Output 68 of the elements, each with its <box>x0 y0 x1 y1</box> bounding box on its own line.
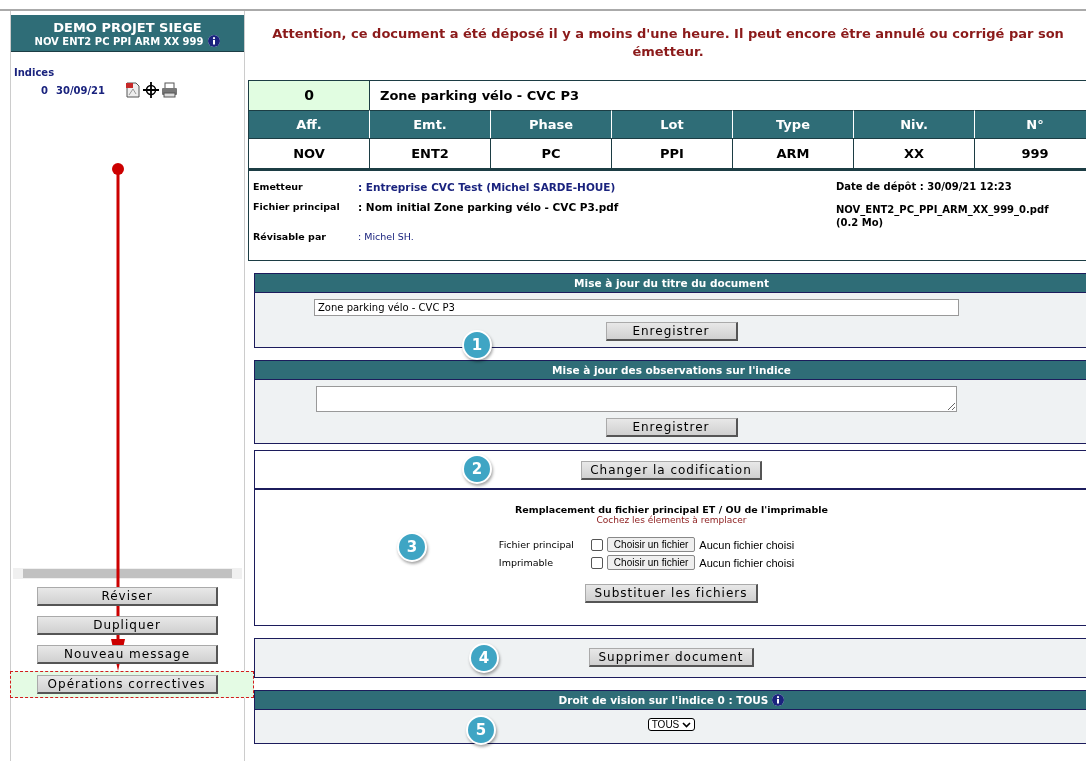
index-number[interactable]: 0 <box>41 84 48 96</box>
table-cell: PC <box>491 138 612 169</box>
deposit-date: Date de dépôt : 30/09/21 12:23 <box>836 181 1013 193</box>
file-status: Aucun fichier choisi <box>699 538 795 551</box>
indices-label: Indices <box>14 67 56 78</box>
column-header: Lot <box>612 110 733 139</box>
file-status: Aucun fichier choisi <box>699 556 795 569</box>
sender-link[interactable]: : Entreprise CVC Test (Michel SARDE-HOUE) <box>358 181 619 194</box>
title-input[interactable]: Zone parking vélo - CVC P3 <box>314 299 959 317</box>
info-value: : Michel SH. <box>358 231 415 243</box>
file-label: Imprimable <box>498 557 555 569</box>
column-header: Niv. <box>854 110 975 139</box>
info-label: Emetteur <box>253 181 304 193</box>
checkbox[interactable] <box>590 556 603 569</box>
table-cell: 999 <box>975 138 1086 169</box>
printer-icon[interactable] <box>161 82 179 98</box>
choose-file-button[interactable]: Choisir un fichier <box>606 537 696 553</box>
step-number-badge: 3 <box>397 532 427 563</box>
section-header: Mise à jour des observations sur l'indice <box>255 361 1086 381</box>
step-number-badge: 4 <box>469 643 499 674</box>
column-header: Aff. <box>249 110 370 139</box>
change-codification-button[interactable]: Changer la codification <box>581 461 762 481</box>
action-button[interactable]: Réviser <box>37 587 218 606</box>
column-header: Emt. <box>370 110 491 139</box>
delete-document-button[interactable]: Supprimer document <box>589 648 754 668</box>
document-title: Zone parking vélo - CVC P3 <box>379 87 580 106</box>
info-icon[interactable] <box>208 35 221 47</box>
visibility-select[interactable]: TOUS <box>647 718 696 732</box>
step-number-badge: 5 <box>466 715 496 746</box>
file-size: (0.2 Mo) <box>836 217 885 229</box>
horizontal-scrollbar[interactable] <box>13 568 242 579</box>
choose-file-button[interactable]: Choisir un fichier <box>606 555 696 571</box>
caret-icon <box>682 721 692 728</box>
step-number-badge: 2 <box>462 454 492 485</box>
pdf-document-icon[interactable] <box>125 82 142 98</box>
warning-message: Attention, ce document a été déposé il y a moins d'une heure. Il peut encore être annulé ou corrigé par son émetteur. <box>271 25 1065 61</box>
info-icon[interactable] <box>772 694 785 707</box>
table-cell: ARM <box>733 138 854 169</box>
info-value: : Nom initial Zone parking vélo - CVC P3.pdf <box>358 201 619 216</box>
observations-field[interactable] <box>316 386 957 413</box>
step-number-badge: 1 <box>462 330 492 361</box>
table-cell: XX <box>854 138 975 169</box>
column-header: Phase <box>491 110 612 139</box>
file-name[interactable]: NOV_ENT2_PC_PPI_ARM_XX_999_0.pdf <box>836 204 1084 216</box>
index-cell: 0 <box>249 81 370 111</box>
action-button[interactable]: Dupliquer <box>37 616 218 635</box>
table-cell: NOV <box>249 138 370 169</box>
crosshair-icon[interactable] <box>143 82 160 98</box>
table-cell: ENT2 <box>370 138 491 169</box>
replace-files-title: Remplacement du fichier principal ET / OU de l'imprimable <box>515 504 828 516</box>
checkbox[interactable] <box>590 538 603 551</box>
info-label: Fichier principal <box>253 201 341 213</box>
info-label: Révisable par <box>253 231 327 243</box>
save-button[interactable]: Enregistrer <box>605 418 738 438</box>
section-header: Mise à jour du titre du document <box>255 274 1086 294</box>
replace-hint: Cochez les élements à remplacer <box>596 515 747 526</box>
save-button[interactable]: Enregistrer <box>605 322 738 342</box>
substitute-files-button[interactable]: Substituer les fichiers <box>585 584 758 604</box>
column-header: N° <box>975 110 1086 139</box>
section-header: Droit de vision sur l'indice 0 : TOUS <box>558 694 769 707</box>
file-label: Fichier principal <box>498 539 575 551</box>
table-cell: PPI <box>612 138 733 169</box>
document-code: NOV ENT2 PC PPI ARM XX 999 <box>34 35 204 47</box>
project-title: DEMO PROJET SIEGE <box>52 20 203 35</box>
action-button[interactable]: Nouveau message <box>37 645 218 664</box>
action-button[interactable]: Opérations correctives <box>36 675 218 694</box>
column-header: Type <box>733 110 854 139</box>
index-date[interactable]: 30/09/21 <box>55 84 106 96</box>
